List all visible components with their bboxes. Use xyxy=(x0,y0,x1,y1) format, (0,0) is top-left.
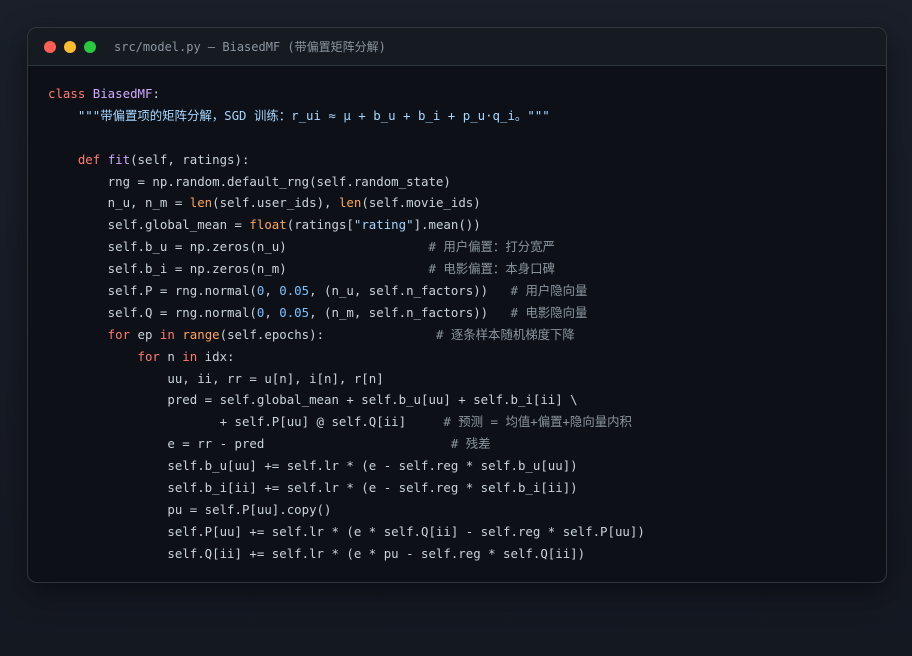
code-token: (self.epochs): xyxy=(219,326,436,342)
code-line: self.P[uu] += self.lr * (e * self.Q[ii] … xyxy=(48,521,645,543)
code-token: self.b_u[uu] += self.lr * (e - self.reg … xyxy=(48,458,578,474)
code-line: uu, ii, rr = u[n], i[n], r[n] xyxy=(48,368,645,390)
close-window-button[interactable] xyxy=(44,41,56,53)
code-token: self.P = rng.normal( xyxy=(48,283,257,299)
code-token: , (n_u, self.n_factors)) xyxy=(309,283,511,299)
code-token: (self.user_ids), xyxy=(212,195,339,211)
code-token: self.global_mean = xyxy=(48,217,250,233)
code-token: self.b_i[ii] += self.lr * (e - self.reg … xyxy=(48,480,578,496)
code-line: self.b_i = np.zeros(n_m) # 电影偏置：本身口碑 xyxy=(48,258,645,280)
code-token: range xyxy=(182,326,220,342)
code-token: # 预测 = 均值+偏置+隐向量内积 xyxy=(443,414,632,430)
code-token: for xyxy=(48,326,138,342)
code-token: e = rr - pred xyxy=(48,436,451,452)
code-line: def fit(self, ratings): xyxy=(48,149,645,171)
code-line: pu = self.P[uu].copy() xyxy=(48,499,645,521)
code-token: , xyxy=(264,283,280,299)
code-token: def xyxy=(48,151,108,167)
code-token: len xyxy=(189,195,213,211)
code-token: len xyxy=(338,195,362,211)
code-token: for xyxy=(48,348,168,364)
code-token: uu, ii, rr = u[n], i[n], r[n] xyxy=(48,370,384,386)
code-line: self.Q = rng.normal(0, 0.05, (n_m, self.… xyxy=(48,302,645,324)
window-titlebar: src/model.py — BiasedMF (带偏置矩阵分解) xyxy=(28,28,886,66)
code-token: "rating" xyxy=(353,217,414,233)
code-token: # 用户偏置：打分宽严 xyxy=(428,239,555,255)
code-token: float xyxy=(249,217,287,233)
code-line: self.b_i[ii] += self.lr * (e - self.reg … xyxy=(48,477,645,499)
code-token: class xyxy=(48,86,93,101)
code-line: + self.P[uu] @ self.Q[ii] # 预测 = 均值+偏置+隐… xyxy=(48,411,645,433)
code-token: BiasedMF xyxy=(92,86,153,101)
code-token: pu = self.P[uu].copy() xyxy=(48,501,332,517)
code-window: src/model.py — BiasedMF (带偏置矩阵分解) class … xyxy=(27,27,887,583)
code-line: rng = np.random.default_rng(self.random_… xyxy=(48,171,645,193)
maximize-window-button[interactable] xyxy=(84,41,96,53)
code-token: in xyxy=(182,348,205,364)
code-line: """带偏置项的矩阵分解，SGD 训练：r_ui ≈ μ + b_u + b_i… xyxy=(48,105,645,127)
code-token: n_u, n_m = xyxy=(48,195,190,211)
code-token: # 用户隐向量 xyxy=(510,283,588,299)
code-token: idx: xyxy=(204,348,235,364)
code-token: (self, ratings): xyxy=(130,151,250,167)
code-line: self.global_mean = float(ratings["rating… xyxy=(48,214,645,236)
code-token: , (n_m, self.n_factors)) xyxy=(309,304,511,320)
code-token: # 电影偏置：本身口碑 xyxy=(428,261,555,277)
code-token: 0.05 xyxy=(279,304,310,320)
code-token: self.Q = rng.normal( xyxy=(48,304,257,320)
code-token: rng = np.random.default_rng(self.random_… xyxy=(48,173,451,189)
code-line: self.b_u[uu] += self.lr * (e - self.reg … xyxy=(48,455,645,477)
code-token: # 电影隐向量 xyxy=(510,304,588,320)
code-token: ].mean()) xyxy=(413,217,481,233)
code-token: self.P[uu] += self.lr * (e * self.Q[ii] … xyxy=(48,523,645,539)
code-token: """带偏置项的矩阵分解，SGD 训练：r_ui ≈ μ + b_u + b_i… xyxy=(48,107,550,123)
code-token: 0.05 xyxy=(279,283,310,299)
code-token: : xyxy=(152,86,160,101)
code-line: for n in idx: xyxy=(48,346,645,368)
code-line: n_u, n_m = len(self.user_ids), len(self.… xyxy=(48,192,645,214)
code-token: + self.P[uu] @ self.Q[ii] xyxy=(48,414,444,430)
code-token: (ratings[ xyxy=(286,217,354,233)
code-line: e = rr - pred # 残差 xyxy=(48,433,645,455)
code-token: (self.movie_ids) xyxy=(361,195,481,211)
code-token: self.b_u = np.zeros(n_u) xyxy=(48,239,429,255)
code-line: self.P = rng.normal(0, 0.05, (n_u, self.… xyxy=(48,280,645,302)
code-token: n xyxy=(167,348,183,364)
code-token: self.b_i = np.zeros(n_m) xyxy=(48,261,429,277)
window-title: src/model.py — BiasedMF (带偏置矩阵分解) xyxy=(114,40,386,54)
code-token: # 逐条样本随机梯度下降 xyxy=(435,326,575,342)
code-line: self.b_u = np.zeros(n_u) # 用户偏置：打分宽严 xyxy=(48,236,645,258)
code-token: ep xyxy=(137,326,160,342)
code-token: , xyxy=(264,304,280,320)
code-line: for ep in range(self.epochs): # 逐条样本随机梯度… xyxy=(48,324,645,346)
code-block: class BiasedMF: """带偏置项的矩阵分解，SGD 训练：r_ui… xyxy=(48,83,645,565)
minimize-window-button[interactable] xyxy=(64,41,76,53)
code-token: in xyxy=(159,326,183,342)
code-line: class BiasedMF: xyxy=(48,83,645,105)
code-line: self.Q[ii] += self.lr * (e * pu - self.r… xyxy=(48,543,645,565)
code-token: pred = self.global_mean + self.b_u[uu] +… xyxy=(48,392,578,408)
code-token: self.Q[ii] += self.lr * (e * pu - self.r… xyxy=(48,545,586,561)
code-token: fit xyxy=(107,151,131,167)
code-line: pred = self.global_mean + self.b_u[uu] +… xyxy=(48,389,645,411)
code-token: # 残差 xyxy=(450,436,491,452)
